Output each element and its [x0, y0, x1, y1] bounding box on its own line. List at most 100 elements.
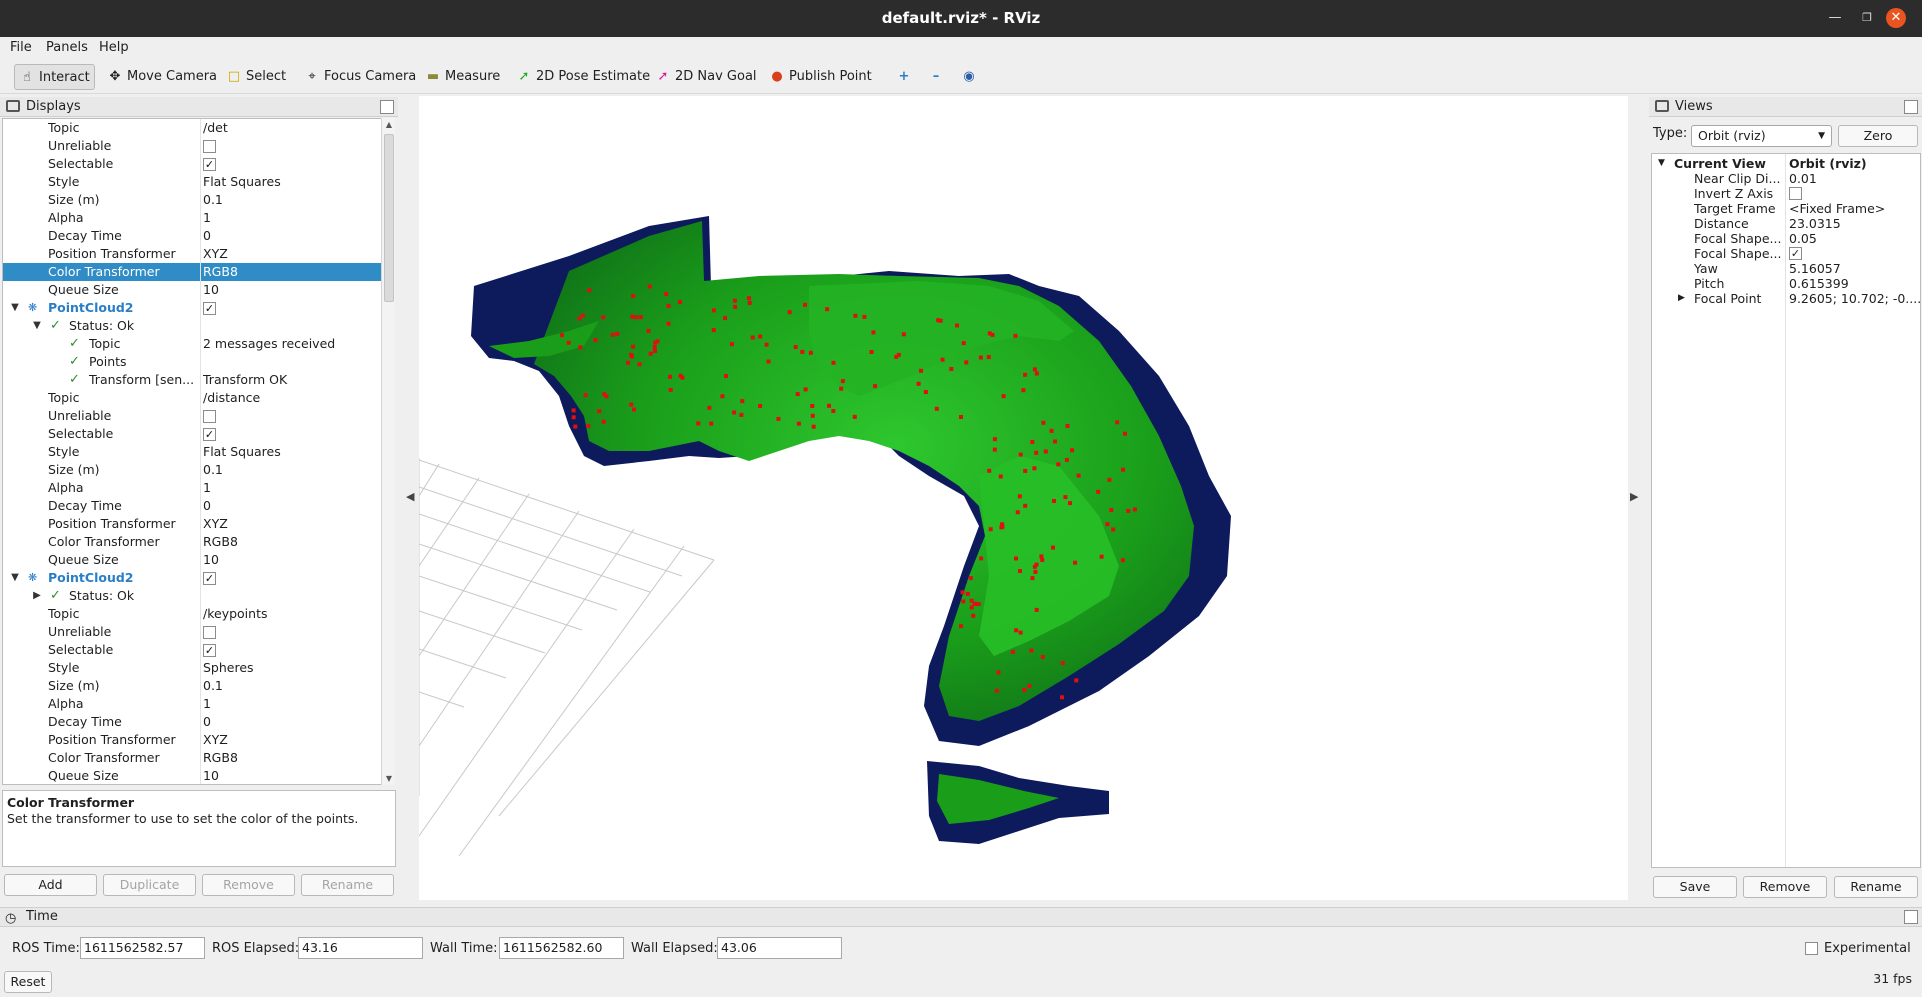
display-property-row[interactable]: Topic/keypoints: [3, 605, 382, 623]
view-property-value[interactable]: Orbit (rviz): [1789, 156, 1867, 171]
rename-button[interactable]: Rename: [301, 874, 394, 896]
property-value[interactable]: XYZ: [203, 245, 228, 263]
display-property-row[interactable]: Alpha 1: [3, 479, 382, 497]
display-property-row[interactable]: Unreliable: [3, 137, 382, 155]
expand-toggle-icon[interactable]: ▶: [1678, 291, 1685, 306]
scroll-down-icon[interactable]: ▼: [382, 774, 396, 783]
display-property-row[interactable]: Style Spheres: [3, 659, 382, 677]
property-value[interactable]: RGB8: [203, 749, 238, 767]
display-property-row[interactable]: ✓ Topic 2 messages received: [3, 335, 382, 353]
display-property-row[interactable]: Position Transformer XYZ: [3, 515, 382, 533]
property-value[interactable]: 1: [203, 209, 211, 227]
view-property-checkbox[interactable]: [1789, 187, 1802, 200]
collapse-right-icon[interactable]: ▶: [1630, 490, 1638, 503]
view-property-row[interactable]: Invert Z Axis: [1652, 186, 1920, 201]
view-property-row[interactable]: ▶ Focal Point 9.2605; 10.702; -0....: [1652, 291, 1920, 306]
ros-time-field[interactable]: 1611562582.57: [80, 937, 205, 959]
property-value[interactable]: /keypoints: [203, 605, 267, 623]
display-property-row[interactable]: Decay Time 0: [3, 713, 382, 731]
render-view[interactable]: [418, 96, 1628, 900]
expand-toggle-icon[interactable]: ▼: [9, 569, 21, 587]
maximize-icon[interactable]: ❐: [1857, 8, 1877, 28]
wall-elapsed-field[interactable]: 43.06: [717, 937, 842, 959]
property-value[interactable]: 0: [203, 227, 211, 245]
display-property-row[interactable]: Style Flat Squares: [3, 173, 382, 191]
camera-type-icon[interactable]: ◉: [957, 64, 985, 90]
view-property-value[interactable]: 9.2605; 10.702; -0....: [1789, 291, 1920, 306]
property-value[interactable]: 10: [203, 767, 219, 784]
property-checkbox[interactable]: [203, 410, 216, 423]
move-camera-button[interactable]: ✥ Move Camera: [103, 64, 221, 90]
view-rename-button[interactable]: Rename: [1834, 876, 1918, 898]
property-value[interactable]: Flat Squares: [203, 173, 281, 191]
property-value[interactable]: 2 messages received: [203, 335, 335, 353]
experimental-checkbox[interactable]: [1805, 942, 1818, 955]
wall-time-field[interactable]: 1611562582.60: [499, 937, 624, 959]
measure-button[interactable]: ▬ Measure: [421, 64, 504, 90]
display-property-row[interactable]: Position Transformer XYZ: [3, 731, 382, 749]
view-type-select[interactable]: Orbit (rviz) ▼: [1691, 125, 1832, 147]
view-property-row[interactable]: Focal Shape... ✓: [1652, 246, 1920, 261]
display-property-row[interactable]: ▼ ❋ PointCloud2 ✓: [3, 299, 382, 317]
nav-goal-button[interactable]: ➚ 2D Nav Goal: [651, 64, 761, 90]
view-property-row[interactable]: Pitch 0.615399: [1652, 276, 1920, 291]
property-checkbox[interactable]: [203, 626, 216, 639]
property-value[interactable]: RGB8: [203, 533, 238, 551]
menu-file[interactable]: File: [10, 40, 32, 55]
reset-button[interactable]: Reset: [4, 971, 52, 993]
display-property-row[interactable]: Topic/det: [3, 119, 382, 137]
property-checkbox[interactable]: ✓: [203, 572, 216, 585]
property-value[interactable]: 0.1: [203, 677, 223, 695]
view-property-value[interactable]: 23.0315: [1789, 216, 1841, 231]
select-button[interactable]: □ Select: [222, 64, 290, 90]
close-icon[interactable]: ✕: [1886, 8, 1906, 28]
display-property-row[interactable]: Queue Size 10: [3, 281, 382, 299]
display-property-row[interactable]: Queue Size 10: [3, 551, 382, 569]
property-value[interactable]: RGB8: [203, 263, 238, 281]
display-property-row[interactable]: Decay Time 0: [3, 227, 382, 245]
undock-icon[interactable]: [380, 100, 394, 114]
remove-button[interactable]: Remove: [202, 874, 295, 896]
view-property-value[interactable]: 0.615399: [1789, 276, 1849, 291]
view-property-row[interactable]: ▼ Current View Orbit (rviz): [1652, 156, 1920, 171]
add-tool-icon[interactable]: +: [892, 64, 920, 90]
property-value[interactable]: 0.1: [203, 191, 223, 209]
property-checkbox[interactable]: [203, 140, 216, 153]
property-value[interactable]: 0.1: [203, 461, 223, 479]
display-property-row[interactable]: Size (m) 0.1: [3, 677, 382, 695]
scroll-thumb[interactable]: [384, 134, 394, 302]
property-value[interactable]: 1: [203, 695, 211, 713]
zero-button[interactable]: Zero: [1838, 125, 1918, 147]
view-property-value[interactable]: 5.16057: [1789, 261, 1841, 276]
display-property-row[interactable]: Unreliable: [3, 407, 382, 425]
display-property-row[interactable]: Selectable ✓: [3, 425, 382, 443]
display-property-row[interactable]: Color Transformer RGB8: [3, 263, 382, 281]
display-property-row[interactable]: Size (m) 0.1: [3, 191, 382, 209]
ros-elapsed-field[interactable]: 43.16: [298, 937, 423, 959]
display-property-row[interactable]: Selectable ✓: [3, 155, 382, 173]
property-value[interactable]: /det: [203, 119, 228, 137]
property-checkbox[interactable]: ✓: [203, 428, 216, 441]
displays-scrollbar[interactable]: ▲ ▼: [381, 118, 395, 785]
display-property-row[interactable]: ▼ ❋ PointCloud2 ✓: [3, 569, 382, 587]
property-checkbox[interactable]: ✓: [203, 644, 216, 657]
display-property-row[interactable]: Position Transformer XYZ: [3, 245, 382, 263]
property-value[interactable]: 0: [203, 497, 211, 515]
publish-point-button[interactable]: ● Publish Point: [765, 64, 876, 90]
property-value[interactable]: 1: [203, 479, 211, 497]
display-property-row[interactable]: Decay Time 0: [3, 497, 382, 515]
view-property-checkbox[interactable]: ✓: [1789, 247, 1802, 260]
views-tree[interactable]: ▼ Current View Orbit (rviz) Near Clip Di...…: [1651, 153, 1921, 868]
collapse-left-icon[interactable]: ◀: [406, 490, 414, 503]
display-property-row[interactable]: ▶ ✓ Status: Ok: [3, 587, 382, 605]
menu-help[interactable]: Help: [99, 40, 129, 55]
pose-estimate-button[interactable]: ➚ 2D Pose Estimate: [512, 64, 654, 90]
display-property-row[interactable]: ✓ Transform [sen... Transform OK: [3, 371, 382, 389]
duplicate-button[interactable]: Duplicate: [103, 874, 196, 896]
property-checkbox[interactable]: ✓: [203, 158, 216, 171]
property-value[interactable]: XYZ: [203, 731, 228, 749]
view-save-button[interactable]: Save: [1653, 876, 1737, 898]
display-property-row[interactable]: Style Flat Squares: [3, 443, 382, 461]
display-property-row[interactable]: Queue Size 10: [3, 767, 382, 784]
display-property-row[interactable]: Color Transformer RGB8: [3, 533, 382, 551]
